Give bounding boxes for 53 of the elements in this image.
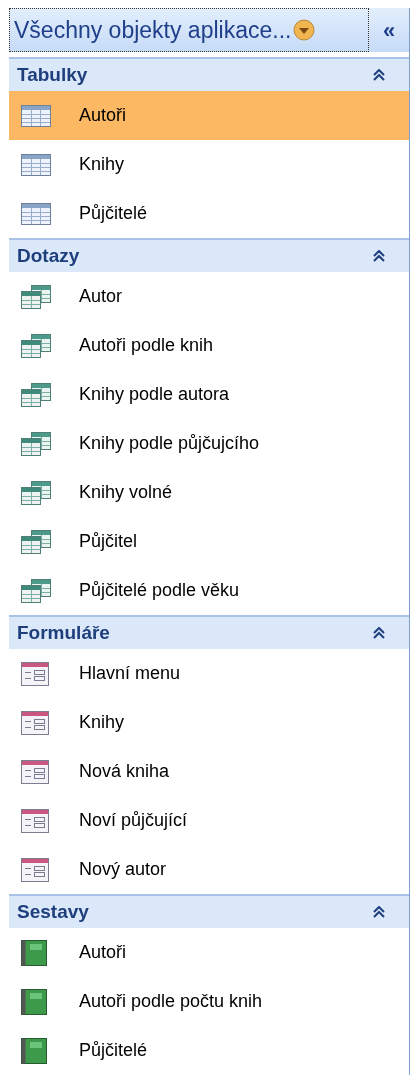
object-label: Hlavní menu: [79, 662, 181, 685]
chevron-icon[interactable]: [373, 627, 385, 639]
query-icon: [21, 431, 51, 456]
table-icon: [21, 104, 51, 127]
form-icon: [21, 808, 49, 833]
object-label: Autoři: [79, 104, 127, 127]
form-icon: [21, 759, 49, 784]
dropdown-icon: [293, 19, 316, 41]
group-header[interactable]: Dotazy: [9, 238, 409, 272]
query-icon: [21, 529, 51, 554]
query-icon: [21, 480, 51, 505]
category-dropdown[interactable]: Všechny objekty aplikace...: [9, 8, 369, 52]
object-label: Půjčitelé: [79, 202, 148, 225]
group-header[interactable]: Tabulky: [9, 57, 409, 91]
book-icon: [21, 939, 47, 966]
group-header[interactable]: Sestavy: [9, 894, 409, 928]
collapse-pane-button[interactable]: «: [369, 8, 409, 52]
object-label: Noví půjčující: [79, 809, 188, 832]
form-icon: [21, 661, 49, 686]
query-icon: [21, 333, 51, 358]
category-title: Všechny objekty aplikace...: [14, 15, 292, 45]
object-label: Nová kniha: [79, 760, 170, 783]
group-title: Tabulky: [17, 62, 89, 87]
form-icon: [21, 857, 49, 882]
chevron-icon[interactable]: [373, 69, 385, 81]
object-label: Autor: [79, 285, 123, 308]
object-label: Autoři: [79, 941, 127, 964]
form-icon: [21, 710, 49, 735]
chevron-icon[interactable]: [373, 250, 385, 262]
group-title: Formuláře: [17, 620, 111, 645]
object-label: Knihy: [79, 711, 125, 734]
group-title: Sestavy: [17, 899, 90, 924]
query-icon: [21, 578, 51, 603]
object-label: Knihy: [79, 153, 125, 176]
table-icon: [21, 153, 51, 176]
chevron-icon[interactable]: [373, 906, 385, 918]
object-item[interactable]: Autoři: [9, 91, 409, 140]
object-label: Půjčitelé podle věku: [79, 579, 240, 602]
object-label: Půjčitel: [79, 530, 138, 553]
group-header[interactable]: Formuláře: [9, 615, 409, 649]
object-label: Autoři podle počtu knih: [79, 990, 263, 1013]
object-label: Půjčitelé: [79, 1039, 148, 1062]
object-label: Knihy podle autora: [79, 383, 230, 406]
query-icon: [21, 382, 51, 407]
query-icon: [21, 284, 51, 309]
table-icon: [21, 202, 51, 225]
object-label: Knihy podle půjčujcího: [79, 432, 260, 455]
object-label: Knihy volné: [79, 481, 173, 504]
object-label: Nový autor: [79, 858, 167, 881]
object-label: Autoři podle knih: [79, 334, 214, 357]
group-title: Dotazy: [17, 243, 81, 268]
book-icon: [21, 988, 47, 1015]
book-icon: [21, 1037, 47, 1064]
